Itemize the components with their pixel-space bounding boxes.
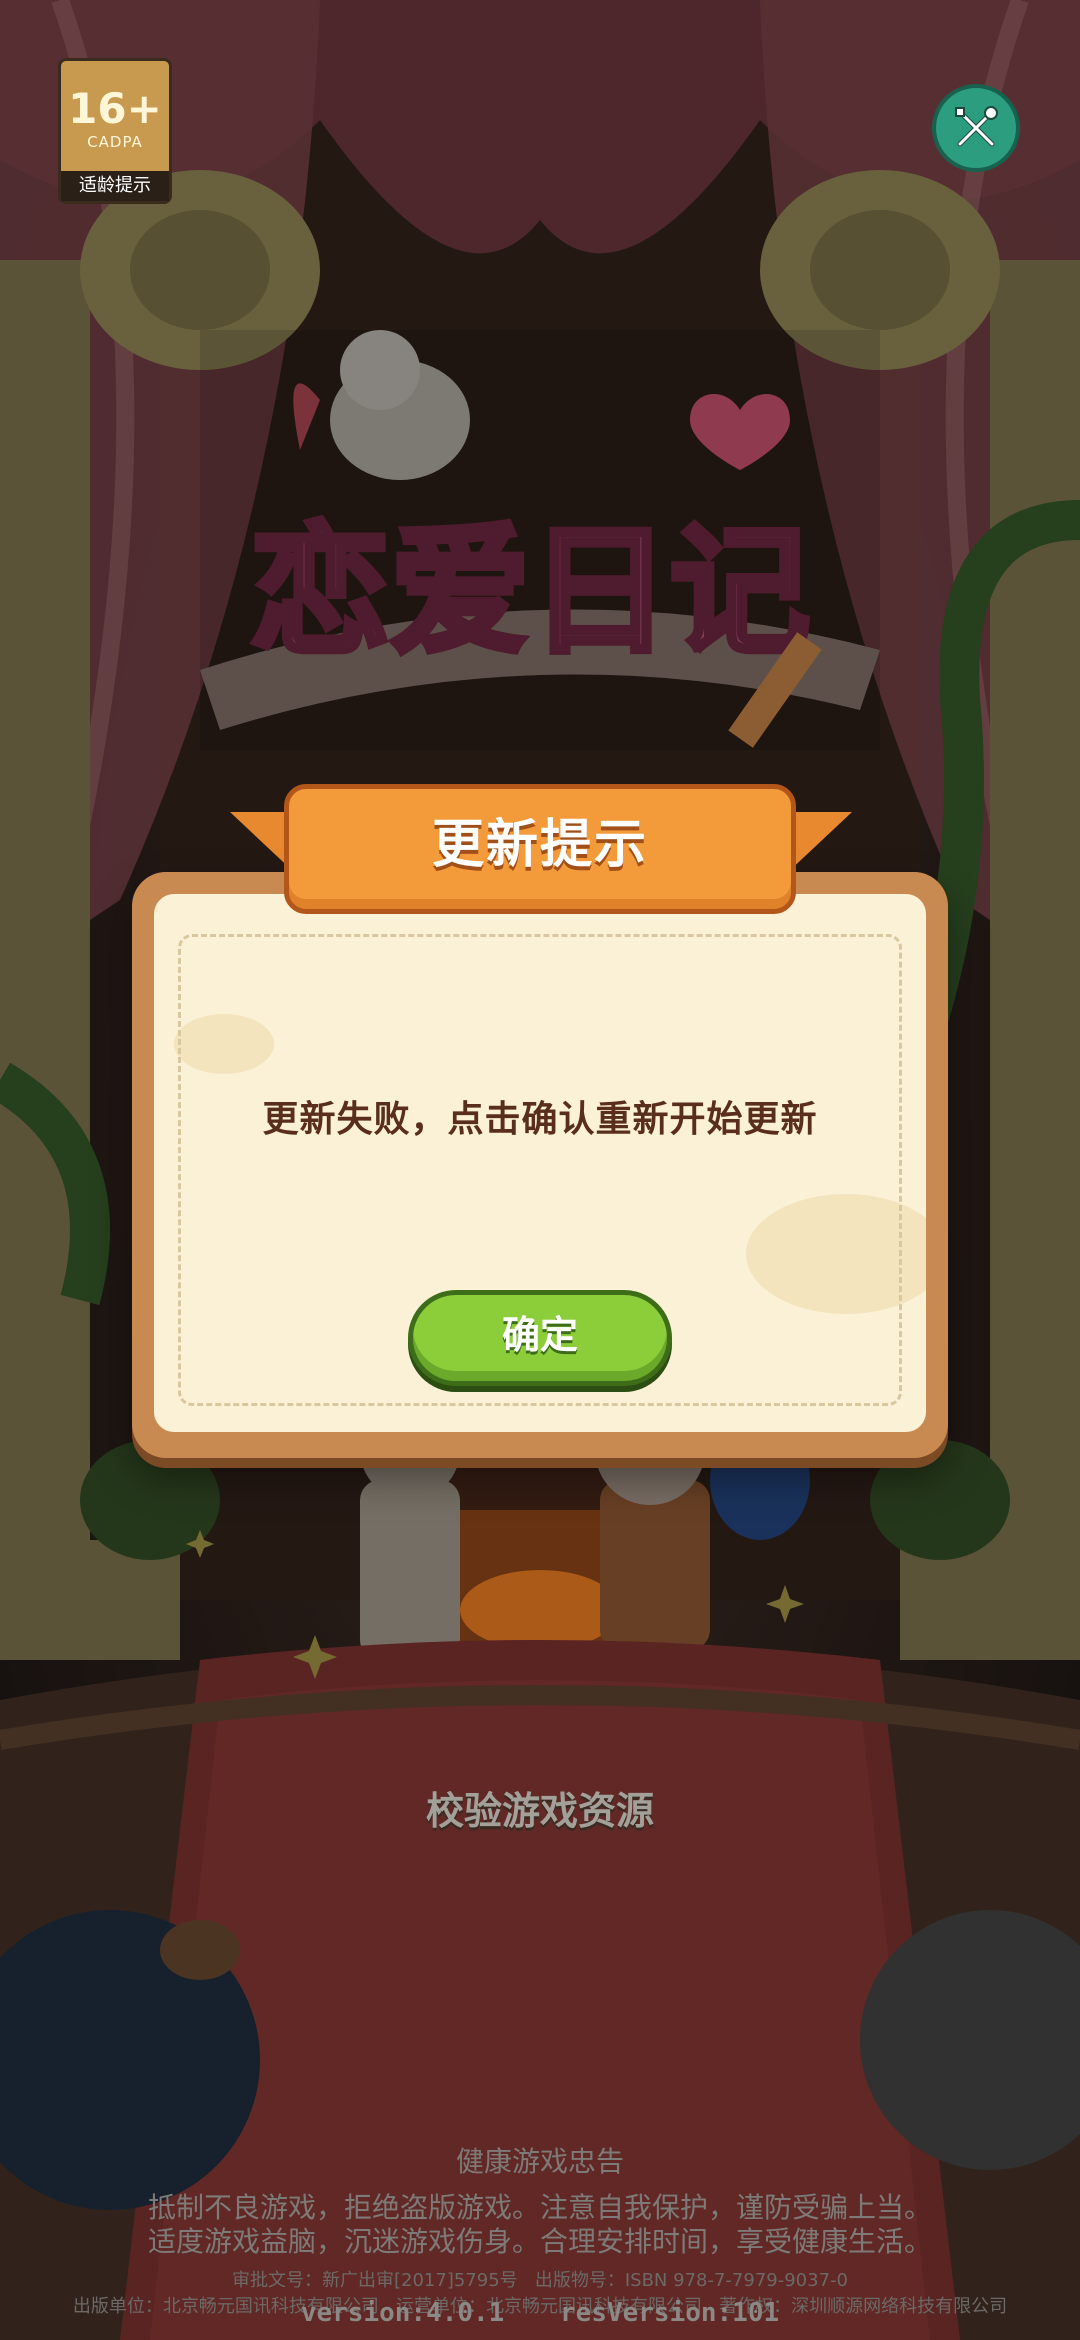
health-advisory-line2: 适度游戏益脑，沉迷游戏伤身。合理安排时间，享受健康生活。	[147, 2225, 932, 2258]
age-rating-value: 16+	[68, 84, 162, 133]
confirm-button[interactable]: 确定	[408, 1290, 672, 1386]
game-logo: 恋爱日记	[200, 330, 880, 750]
app-version: version:4.0.1	[300, 2298, 505, 2328]
game-screen: 16+ CADPA 适龄提示 恋爱日记 更新提示 更新失败，点击确认重新开始更新…	[0, 0, 1080, 2340]
wrench-screwdriver-icon	[955, 106, 998, 147]
health-advisory-heading: 健康游戏忠告	[455, 2145, 624, 2178]
age-rating-tip: 适龄提示	[61, 171, 169, 201]
age-rating-org: CADPA	[87, 133, 143, 151]
age-rating-badge[interactable]: 16+ CADPA 适龄提示	[58, 58, 172, 204]
version-info: version:4.0.1 resVersion:101	[0, 2298, 1080, 2328]
dialog-title-ribbon: 更新提示	[284, 784, 796, 914]
settings-button[interactable]	[932, 84, 1020, 172]
confirm-button-label: 确定	[501, 1313, 578, 1357]
isbn-number: 出版物号：ISBN 978-7-7979-9037-0	[534, 2270, 848, 2291]
loading-status: 校验游戏资源	[425, 1789, 654, 1833]
dialog-message: 更新失败，点击确认重新开始更新	[262, 1099, 818, 1140]
dialog-title: 更新提示	[431, 815, 648, 875]
res-version: resVersion:101	[560, 2298, 780, 2328]
approval-number: 审批文号：新广出审[2017]5795号	[232, 2270, 518, 2291]
